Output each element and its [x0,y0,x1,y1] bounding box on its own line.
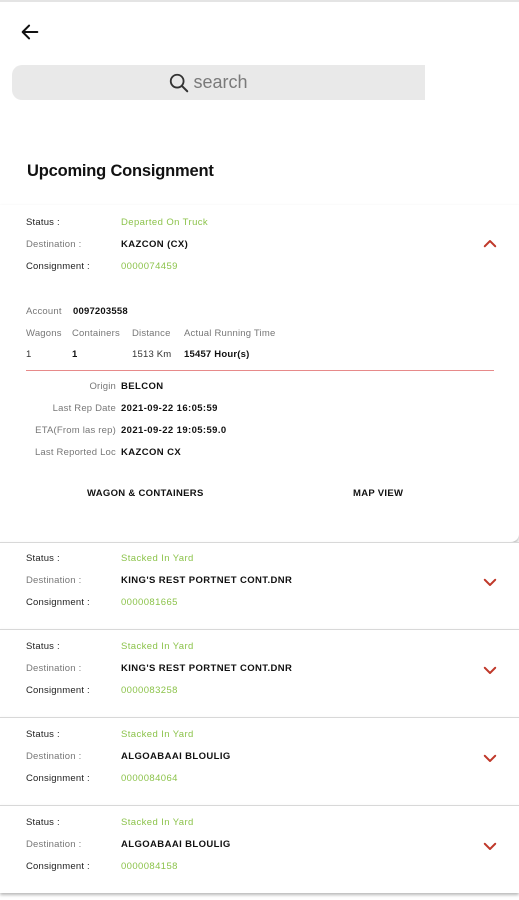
wagons-value: 1 [26,349,32,360]
consignment-row: Consignment : 0000083258 [26,685,178,696]
consignment-label: Consignment : [26,773,90,784]
last-rep-date-value: 2021-09-22 16:05:59 [121,403,218,414]
chevron-up-icon[interactable] [481,235,499,253]
wagon-containers-button[interactable]: WAGON & CONTAINERS [87,488,204,499]
status-row: Status : Departed On Truck [26,217,208,228]
consignment-card-expanded[interactable]: Status : Departed On Truck Destination :… [0,205,519,542]
status-label: Status : [26,641,60,652]
destination-label: Destination : [26,751,82,762]
chevron-down-icon[interactable] [481,573,499,591]
chevron-down-icon[interactable] [481,837,499,855]
account-label: Account [26,306,62,317]
consignment-label: Consignment : [26,597,90,608]
destination-value: KAZCON (CX) [121,239,189,250]
consignment-row: Consignment : 0000084064 [26,773,178,784]
status-row: Status : Stacked In Yard [26,553,194,564]
eta-label: ETA(From las rep) [35,425,116,436]
chevron-down-icon[interactable] [481,749,499,767]
destination-row: Destination : KAZCON (CX) [26,239,188,250]
map-view-button[interactable]: MAP VIEW [353,488,403,499]
status-label: Status : [26,817,60,828]
consignment-row: Consignment : 0000081665 [26,597,178,608]
consignment-value: 0000081665 [121,597,178,608]
consignment-card[interactable]: Status : Stacked In Yard Destination : K… [0,542,519,629]
eta-value: 2021-09-22 19:05:59.0 [121,425,227,436]
containers-value: 1 [72,349,78,360]
consignment-card[interactable]: Status : Stacked In Yard Destination : A… [0,717,519,805]
consignment-label: Consignment : [26,861,90,872]
search-icon [169,73,188,92]
destination-label: Destination : [26,663,82,674]
last-reported-loc-value: KAZCON CX [121,447,182,458]
destination-value: ALGOABAAI BLOULIG [121,839,231,850]
distance-header: Distance [132,328,171,339]
running-time-header: Actual Running Time [184,328,276,339]
origin-label: Origin [89,381,116,392]
destination-label: Destination : [26,239,82,250]
consignment-card[interactable]: Status : Stacked In Yard Destination : K… [0,629,519,717]
consignment-label: Consignment : [26,685,90,696]
destination-label: Destination : [26,575,82,586]
status-value: Departed On Truck [121,217,209,228]
consignment-value: 0000083258 [121,685,178,696]
destination-value: ALGOABAAI BLOULIG [121,751,231,762]
consignment-label: Consignment : [26,261,90,272]
top-divider [0,0,519,2]
consignment-card[interactable]: Status : Stacked In Yard Destination : A… [0,805,519,893]
destination-row: Destination : ALGOABAAI BLOULIG [26,839,231,850]
status-label: Status : [26,217,60,228]
status-label: Status : [26,729,60,740]
status-row: Status : Stacked In Yard [26,817,194,828]
destination-value: KING'S REST PORTNET CONT.DNR [121,663,293,674]
back-button[interactable] [14,16,46,48]
status-value: Stacked In Yard [121,641,194,652]
running-time-value: 15457 Hour(s) [184,349,250,360]
arrow-left-icon [21,24,39,40]
status-value: Stacked In Yard [121,729,194,740]
last-rep-date-label: Last Rep Date [52,403,116,414]
status-row: Status : Stacked In Yard [26,641,194,652]
destination-value: KING'S REST PORTNET CONT.DNR [121,575,293,586]
last-reported-loc-label: Last Reported Loc [34,447,116,458]
containers-header: Containers [72,328,120,339]
consignment-value: 0000084064 [121,773,178,784]
distance-value: 1513 Km [132,349,172,360]
search-bar[interactable] [12,65,425,100]
consignment-value: 0000084158 [121,861,178,872]
origin-value: BELCON [121,381,164,392]
consignment-row: Consignment : 0000074459 [26,261,178,272]
consignment-value: 0000074459 [121,261,178,272]
status-row: Status : Stacked In Yard [26,729,194,740]
destination-row: Destination : ALGOABAAI BLOULIG [26,751,231,762]
destination-row: Destination : KING'S REST PORTNET CONT.D… [26,663,292,674]
details-divider [26,370,494,371]
account-value: 0097203558 [73,306,128,317]
status-value: Stacked In Yard [121,553,194,564]
destination-label: Destination : [26,839,82,850]
status-value: Stacked In Yard [121,817,194,828]
page-title: Upcoming Consignment [27,162,214,180]
consignment-row: Consignment : 0000084158 [26,861,178,872]
chevron-down-icon[interactable] [481,661,499,679]
destination-row: Destination : KING'S REST PORTNET CONT.D… [26,575,292,586]
search-input[interactable] [193,72,284,93]
status-label: Status : [26,553,60,564]
wagons-header: Wagons [26,328,62,339]
